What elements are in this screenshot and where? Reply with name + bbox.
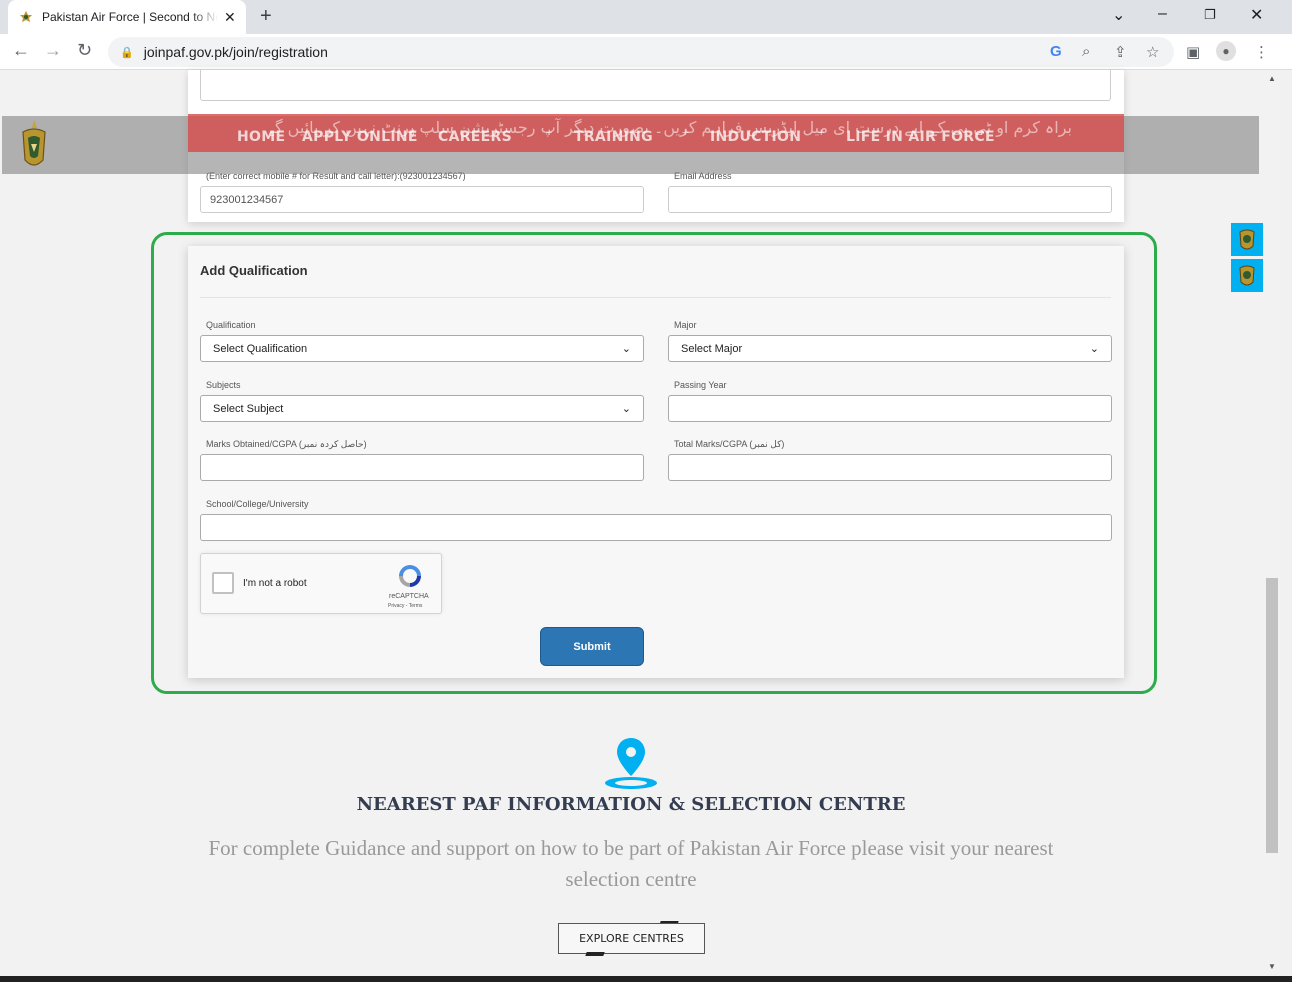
taskbar-edge xyxy=(0,976,1292,982)
qualification-select-value: Select Qualification xyxy=(213,342,308,355)
chevron-down-icon: ⌄ xyxy=(621,403,631,415)
scrollbar-thumb[interactable] xyxy=(1266,578,1278,853)
chevron-down-icon: ⌄ xyxy=(1089,343,1099,355)
otp-notice-urdu: براہ کرم او ٹی پی کے لیے درست ای میل ایڈ… xyxy=(270,118,1072,137)
qualification-title: Add Qualification xyxy=(200,263,308,278)
submit-button[interactable]: Submit xyxy=(540,627,644,666)
total-marks-label: Total Marks/CGPA (کل نمبر) xyxy=(674,439,785,449)
recaptcha-widget: I'm not a robot reCAPTCHA Privacy - Term… xyxy=(200,553,442,614)
address-bar[interactable]: 🔒 joinpaf.gov.pk/join/registration xyxy=(108,37,1174,67)
nearest-centre-description: For complete Guidance and support on how… xyxy=(208,836,1054,891)
side-badge-top[interactable] xyxy=(1231,223,1263,256)
marks-label: Marks Obtained/CGPA (حاصل کردہ نمبر) xyxy=(206,439,367,449)
submit-label: Submit xyxy=(573,640,611,653)
major-select[interactable]: Select Major ⌄ xyxy=(668,335,1112,362)
window-close-icon[interactable]: ✕ xyxy=(1250,5,1263,25)
scroll-down-icon[interactable]: ▼ xyxy=(1268,962,1276,971)
sidepanel-icon[interactable]: ▣ xyxy=(1186,43,1200,61)
recaptcha-brand: reCAPTCHA xyxy=(389,593,429,600)
marks-input[interactable] xyxy=(200,454,644,481)
browser-tabbar: Pakistan Air Force | Second to None ✕ + … xyxy=(0,0,1292,34)
recaptcha-links[interactable]: Privacy - Terms xyxy=(388,603,422,609)
paf-emblem-icon xyxy=(1239,229,1255,249)
browser-tab[interactable]: Pakistan Air Force | Second to None ✕ xyxy=(8,0,246,34)
menu-icon[interactable]: ⋮ xyxy=(1254,43,1269,61)
passing-year-label: Passing Year xyxy=(674,380,727,390)
explore-centres-button[interactable]: EXPLORE CENTRES xyxy=(558,923,705,954)
scrollbar-track[interactable] xyxy=(1280,70,1292,976)
scroll-up-icon[interactable]: ▲ xyxy=(1268,74,1276,83)
mobile-input[interactable]: 923001234567 xyxy=(200,186,644,213)
qualification-label: Qualification xyxy=(206,320,256,330)
tab-close-icon[interactable]: ✕ xyxy=(224,9,236,26)
paf-emblem-icon xyxy=(1239,265,1255,285)
restore-icon[interactable]: ❐ xyxy=(1204,7,1216,23)
paf-favicon-icon xyxy=(20,11,32,22)
email-input[interactable] xyxy=(668,186,1112,213)
recaptcha-icon xyxy=(399,565,421,587)
subjects-select[interactable]: Select Subject ⌄ xyxy=(200,395,644,422)
major-label: Major xyxy=(674,320,697,330)
mobile-placeholder: 923001234567 xyxy=(210,193,284,206)
google-icon[interactable]: G xyxy=(1050,43,1062,60)
recaptcha-label: I'm not a robot xyxy=(243,578,307,589)
passing-year-input[interactable] xyxy=(668,395,1112,422)
zoom-icon[interactable]: ⌕ xyxy=(1082,43,1090,60)
total-marks-input[interactable] xyxy=(668,454,1112,481)
chevron-down-icon: ⌄ xyxy=(621,343,631,355)
decor-stroke xyxy=(585,952,605,956)
divider xyxy=(200,297,1111,298)
address-textarea[interactable] xyxy=(200,70,1111,101)
explore-centres-label: EXPLORE CENTRES xyxy=(579,932,684,945)
school-label: School/College/University xyxy=(206,499,309,509)
share-icon[interactable]: ⇪ xyxy=(1114,43,1127,61)
school-input[interactable] xyxy=(200,514,1112,541)
minimize-icon[interactable]: – xyxy=(1158,5,1167,23)
tab-title: Pakistan Air Force | Second to None xyxy=(42,10,218,24)
tab-search-icon[interactable]: ⌄ xyxy=(1112,5,1125,25)
side-badge-bottom[interactable] xyxy=(1231,259,1263,292)
new-tab-icon[interactable]: + xyxy=(260,5,272,28)
url-text: joinpaf.gov.pk/join/registration xyxy=(143,44,328,60)
forward-icon[interactable]: → xyxy=(44,40,62,61)
browser-toolbar: ← → ↻ 🔒 joinpaf.gov.pk/join/registration… xyxy=(0,34,1292,70)
nearest-centre-title: NEAREST PAF INFORMATION & SELECTION CENT… xyxy=(356,794,906,815)
recaptcha-checkbox[interactable] xyxy=(212,572,234,594)
major-select-value: Select Major xyxy=(681,342,743,355)
lock-icon: 🔒 xyxy=(120,46,134,59)
subjects-select-value: Select Subject xyxy=(213,402,284,415)
profile-icon[interactable]: ● xyxy=(1216,41,1236,61)
paf-logo-icon[interactable] xyxy=(18,118,50,173)
qualification-select[interactable]: Select Qualification ⌄ xyxy=(200,335,644,362)
back-icon[interactable]: ← xyxy=(12,40,30,61)
bookmark-star-icon[interactable]: ☆ xyxy=(1146,43,1159,61)
location-pin-icon xyxy=(605,738,657,789)
reload-icon[interactable]: ↻ xyxy=(77,40,92,61)
subjects-label: Subjects xyxy=(206,380,241,390)
